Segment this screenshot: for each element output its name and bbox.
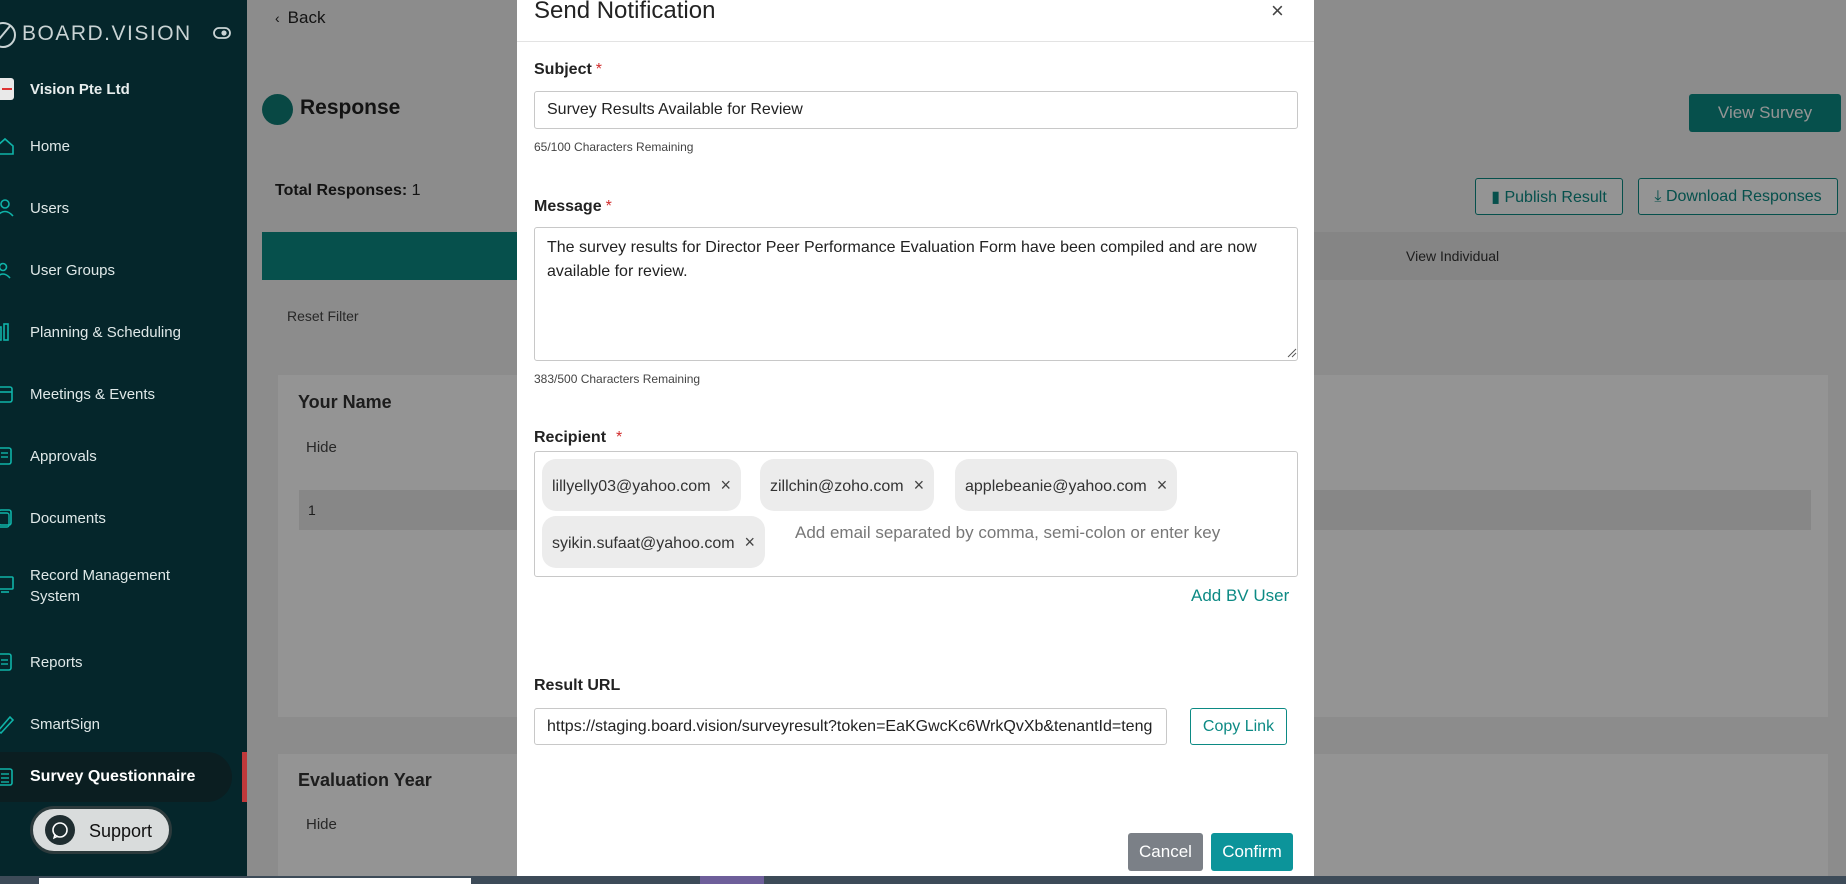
support-label: Support <box>89 821 153 841</box>
result-url-label: Result URL <box>534 677 621 694</box>
remove-chip-icon[interactable]: × <box>721 475 732 495</box>
sidebar-item-reports[interactable]: Reports <box>0 641 247 681</box>
sidebar-item-label: Record Management System <box>30 567 171 605</box>
chip-email: syikin.sufaat@yahoo.com <box>552 535 735 552</box>
message-char-count: 383/500 Characters Remaining <box>534 372 701 386</box>
confirm-button[interactable]: Confirm <box>1211 833 1293 871</box>
chip-email: lillyelly03@yahoo.com <box>552 478 711 495</box>
company-name: Vision Pte Ltd <box>30 81 130 98</box>
result-url-input[interactable] <box>534 708 1167 745</box>
close-icon[interactable]: × <box>1271 0 1284 24</box>
sidebar-item-label: SmartSign <box>30 716 101 733</box>
sidebar-item-label: Documents <box>30 510 106 527</box>
message-label-text: Message <box>534 198 602 215</box>
remove-chip-icon[interactable]: × <box>914 475 925 495</box>
sidebar-item-survey[interactable]: Survey Questionnaire <box>0 752 232 802</box>
company-switcher[interactable]: Vision Pte Ltd <box>0 78 247 102</box>
support-button[interactable]: Support <box>30 806 172 854</box>
modal-title: Send Notification <box>534 0 716 24</box>
brand: BOARD.VISION <box>0 18 247 48</box>
add-bv-user-link[interactable]: Add BV User <box>1191 586 1289 606</box>
records-icon <box>0 576 14 593</box>
taskbar-item <box>700 876 764 884</box>
recipient-input[interactable]: Add email separated by comma, semi-colon… <box>795 523 1220 543</box>
documents-icon <box>0 509 12 528</box>
sidebar-item-smartsign[interactable]: SmartSign <box>0 703 247 743</box>
subject-label: Subject * <box>534 61 602 79</box>
home-icon <box>0 137 14 155</box>
message-textarea[interactable]: The survey results for Director Peer Per… <box>534 227 1298 361</box>
sidebar-item-label: Approvals <box>30 448 97 465</box>
sidebar-item-label: Home <box>30 138 71 155</box>
resize-handle-icon[interactable] <box>1287 348 1297 358</box>
survey-icon <box>0 768 13 786</box>
reports-icon <box>0 653 12 671</box>
message-label: Message * <box>534 198 612 216</box>
remove-chip-icon[interactable]: × <box>1157 475 1168 495</box>
divider <box>517 41 1314 42</box>
sidebar-item-label: Reports <box>30 654 83 671</box>
chat-icon <box>45 815 75 845</box>
sidebar-item-approvals[interactable]: Approvals <box>0 435 247 475</box>
toggle-sidebar-icon[interactable] <box>213 26 231 40</box>
sidebar-item-records[interactable]: Record Management System <box>0 563 247 605</box>
taskbar-item <box>39 878 471 884</box>
sidebar: BOARD.VISION Vision Pte Ltd Home Users U… <box>0 0 247 884</box>
sidebar-item-label: Meetings & Events <box>30 386 156 403</box>
calendar-icon <box>0 386 13 403</box>
recipient-label: Recipient * <box>534 429 622 447</box>
brand-name: BOARD.VISION <box>22 22 192 45</box>
sidebar-item-label: Planning & Scheduling <box>30 324 181 341</box>
brand-logo-icon <box>0 22 16 48</box>
subject-char-count: 65/100 Characters Remaining <box>534 140 694 154</box>
required-mark: * <box>616 429 623 446</box>
chip-email: applebeanie@yahoo.com <box>965 478 1147 495</box>
recipient-chip: lillyelly03@yahoo.com × <box>542 459 742 511</box>
sidebar-item-label: Survey Questionnaire <box>30 768 196 785</box>
os-taskbar <box>0 876 1846 884</box>
recipient-chip: applebeanie@yahoo.com × <box>955 459 1178 511</box>
approvals-icon <box>0 447 12 465</box>
recipient-label-text: Recipient <box>534 429 607 446</box>
send-notification-modal: Send Notification × Subject* 65/100 Char… <box>517 0 1314 877</box>
planning-icon <box>0 323 9 341</box>
sidebar-item-planning[interactable]: Planning & Scheduling <box>0 311 247 351</box>
sidebar-item-label: Users <box>30 200 70 217</box>
sidebar-item-user-groups[interactable]: User Groups <box>0 249 247 289</box>
remove-chip-icon[interactable]: × <box>745 532 756 552</box>
subject-input[interactable] <box>534 91 1298 129</box>
required-mark: * <box>595 61 603 78</box>
subject-label-text: Subject <box>534 61 592 78</box>
sidebar-item-meetings[interactable]: Meetings & Events <box>0 373 247 413</box>
pen-icon <box>0 715 15 735</box>
sidebar-item-users[interactable]: Users <box>0 187 247 227</box>
user-icon <box>0 199 14 217</box>
required-mark: * <box>605 198 612 215</box>
sidebar-item-label: User Groups <box>30 262 116 279</box>
copy-link-button[interactable]: Copy Link <box>1190 708 1287 745</box>
sidebar-item-home[interactable]: Home <box>0 125 247 165</box>
recipient-chip: syikin.sufaat@yahoo.com × <box>542 516 766 568</box>
chip-email: zillchin@zoho.com <box>770 478 904 495</box>
recipient-chip: zillchin@zoho.com × <box>760 459 935 511</box>
cancel-button[interactable]: Cancel <box>1128 833 1203 871</box>
user-group-icon <box>0 262 11 279</box>
company-logo <box>0 78 14 100</box>
sidebar-item-documents[interactable]: Documents <box>0 497 247 537</box>
